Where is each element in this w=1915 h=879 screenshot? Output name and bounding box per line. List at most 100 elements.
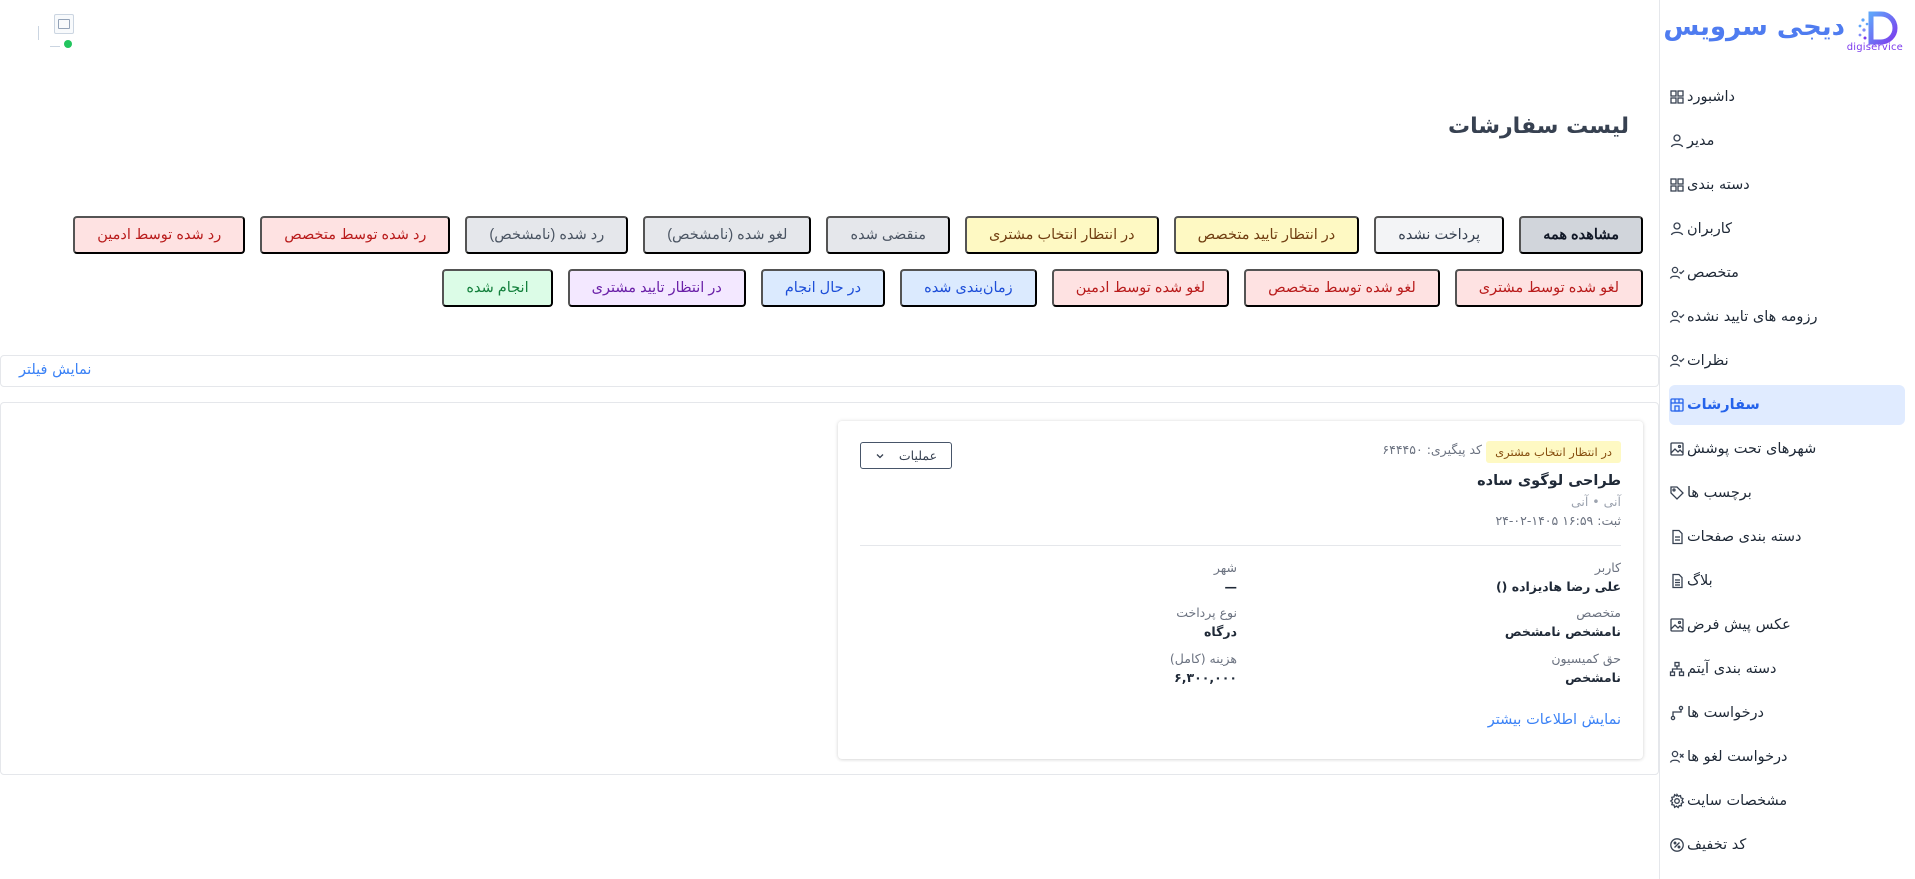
sidebar-nav: داشبورد مدیر دسته بندی کاربران متخصص رزو…	[1669, 77, 1905, 869]
discount-icon	[1670, 838, 1684, 852]
filter-rejected-unknown[interactable]: رد شده (نامشخص)	[465, 216, 629, 254]
route-icon	[1670, 705, 1684, 721]
sidebar-item-unapproved-resumes[interactable]: رزومه های تایید نشده	[1669, 297, 1905, 337]
operations-dropdown-button[interactable]: عملیات	[860, 442, 952, 469]
image-icon	[1670, 618, 1684, 632]
field-city: شهر —	[1214, 560, 1237, 594]
order-title: طراحی لوگوی ساده	[1477, 473, 1621, 489]
sidebar-item-label: عکس پیش فرض	[1687, 617, 1791, 633]
sidebar-item-item-categories[interactable]: دسته بندی آیتم	[1669, 649, 1905, 689]
sidebar-item-default-image[interactable]: عکس پیش فرض	[1669, 605, 1905, 645]
filter-awaiting-customer-choice[interactable]: در انتظار انتخاب مشتری	[965, 216, 1159, 254]
sidebar-item-label: رزومه های تایید نشده	[1687, 309, 1818, 325]
field-label: حق کمیسیون	[1551, 651, 1621, 666]
sidebar-item-label: متخصص	[1687, 265, 1739, 281]
sidebar-item-discount-code[interactable]: کد تخفیف	[1669, 825, 1905, 865]
filter-rejected-by-admin[interactable]: رد شده توسط ادمین	[73, 216, 246, 254]
sidebar-item-label: مشخصات سایت	[1687, 793, 1788, 809]
sidebar: digiservice دیجی سرویس داشبورد مدیر دسته…	[1659, 0, 1915, 879]
field-commission: حق کمیسیون نامشخص	[1551, 651, 1621, 685]
filter-cancelled-by-specialist[interactable]: لغو شده توسط متخصص	[1244, 269, 1440, 307]
sidebar-item-reviews[interactable]: نظرات	[1669, 341, 1905, 381]
file-icon	[1672, 529, 1683, 545]
field-user: کاربر علی رضا هادیزاده ()	[1496, 560, 1621, 594]
filter-cancelled-by-admin[interactable]: لغو شده توسط ادمین	[1051, 269, 1230, 307]
filter-cancelled-by-customer[interactable]: لغو شده توسط مشتری	[1454, 269, 1643, 307]
show-more-info-link[interactable]: نمایش اطلاعات بیشتر	[1488, 712, 1621, 728]
sidebar-item-covered-cities[interactable]: شهرهای تحت پوشش	[1669, 429, 1905, 469]
order-card: در انتظار انتخاب مشتری کد پیگیری: ۶۴۴۴۵۰…	[838, 421, 1643, 759]
field-value: نامشخص	[1565, 670, 1621, 685]
sidebar-item-categories[interactable]: دسته بندی	[1669, 165, 1905, 205]
filter-scheduled[interactable]: زمان‌بندی شده	[900, 269, 1037, 307]
sidebar-item-site-settings[interactable]: مشخصات سایت	[1669, 781, 1905, 821]
sidebar-item-specialists[interactable]: متخصص	[1669, 253, 1905, 293]
dashboard-grid-icon	[1670, 90, 1684, 104]
sidebar-item-tags[interactable]: برچسب ها	[1669, 473, 1905, 513]
filter-cancelled-unknown[interactable]: لغو شده (نامشخص)	[643, 216, 812, 254]
filter-toggle-bar: نمایش فیلتر	[0, 355, 1659, 387]
sidebar-item-manager[interactable]: مدیر	[1669, 121, 1905, 161]
show-filter-link[interactable]: نمایش فیلتر	[19, 362, 91, 378]
sidebar-item-label: داشبورد	[1687, 89, 1735, 105]
user-check-icon	[1669, 354, 1685, 367]
sidebar-item-label: برچسب ها	[1687, 485, 1752, 501]
sidebar-item-cancel-requests[interactable]: درخواست لغو ها	[1669, 737, 1905, 777]
filter-rejected-by-specialist[interactable]: رد شده توسط متخصص	[260, 216, 451, 254]
filter-awaiting-specialist-approval[interactable]: در انتظار تایید متخصص	[1173, 216, 1360, 254]
online-status-dot	[64, 40, 72, 48]
field-label: متخصص	[1576, 605, 1621, 620]
page-title: لیست سفارشات	[1448, 114, 1629, 139]
card-divider	[860, 545, 1621, 546]
field-value: درگاه	[1204, 624, 1237, 639]
field-value: —	[1224, 579, 1238, 594]
field-total-cost: هزینه (کامل) ۶,۳۰۰,۰۰۰	[1170, 651, 1237, 685]
store-icon	[1670, 398, 1684, 412]
field-value: ۶,۳۰۰,۰۰۰	[1174, 670, 1237, 685]
sidebar-item-label: کد تخفیف	[1687, 837, 1747, 853]
user-avatar-menu[interactable]	[38, 12, 78, 52]
tag-icon	[1670, 486, 1684, 500]
sidebar-item-label: بلاگ	[1687, 573, 1713, 589]
sidebar-item-requests[interactable]: درخواست ها	[1669, 693, 1905, 733]
filter-all[interactable]: مشاهده همه	[1519, 216, 1643, 254]
avatar	[54, 14, 74, 34]
filter-unpaid[interactable]: پرداخت نشده	[1374, 216, 1505, 254]
user-check-icon	[1669, 266, 1685, 279]
filter-awaiting-customer-approval[interactable]: در انتظار تایید مشتری	[567, 269, 746, 307]
settings-icon	[1669, 793, 1685, 809]
filter-completed[interactable]: انجام شده	[442, 269, 553, 307]
order-registered-date: ثبت: ۱۶:۵۹ ۱۴۰۵-۰۲-۲۴	[1495, 513, 1621, 528]
operations-label: عملیات	[898, 449, 938, 463]
field-value: نامشخص نامشخص	[1504, 624, 1621, 639]
brand-logo[interactable]: digiservice دیجی سرویس	[1663, 8, 1905, 54]
image-icon	[1670, 442, 1684, 456]
filter-expired[interactable]: منقضی شده	[826, 216, 951, 254]
user-icon	[1670, 134, 1684, 148]
status-badge: در انتظار انتخاب مشتری	[1486, 441, 1621, 463]
sidebar-item-label: درخواست ها	[1687, 705, 1765, 721]
field-value: علی رضا هادیزاده ()	[1495, 579, 1621, 594]
category-grid-icon	[1670, 178, 1684, 192]
sidebar-item-label: سفارشات	[1687, 397, 1760, 413]
sidebar-item-label: درخواست لغو ها	[1687, 749, 1788, 765]
sidebar-item-dashboard[interactable]: داشبورد	[1669, 77, 1905, 117]
sidebar-item-blog[interactable]: بلاگ	[1669, 561, 1905, 601]
brand-subtitle: digiservice	[1846, 42, 1903, 53]
sidebar-item-users[interactable]: کاربران	[1669, 209, 1905, 249]
field-label: شهر	[1213, 560, 1237, 575]
order-subtitle: آنی • آنی	[1570, 494, 1621, 509]
sitemap-icon	[1669, 661, 1685, 677]
field-payment-type: نوع پرداخت درگاه	[1176, 605, 1237, 639]
filter-in-progress[interactable]: در حال انجام	[760, 269, 886, 307]
user-check-icon	[1669, 310, 1685, 323]
user-x-icon	[1669, 750, 1684, 763]
sidebar-item-orders[interactable]: سفارشات	[1669, 385, 1905, 425]
sidebar-item-label: نظرات	[1687, 353, 1729, 369]
sidebar-item-label: شهرهای تحت پوشش	[1687, 441, 1817, 457]
sidebar-item-page-categories[interactable]: دسته بندی صفحات	[1669, 517, 1905, 557]
sidebar-item-label: مدیر	[1687, 133, 1715, 149]
field-label: نوع پرداخت	[1176, 605, 1237, 620]
field-label: هزینه (کامل)	[1169, 651, 1237, 666]
avatar-divider	[38, 26, 39, 40]
